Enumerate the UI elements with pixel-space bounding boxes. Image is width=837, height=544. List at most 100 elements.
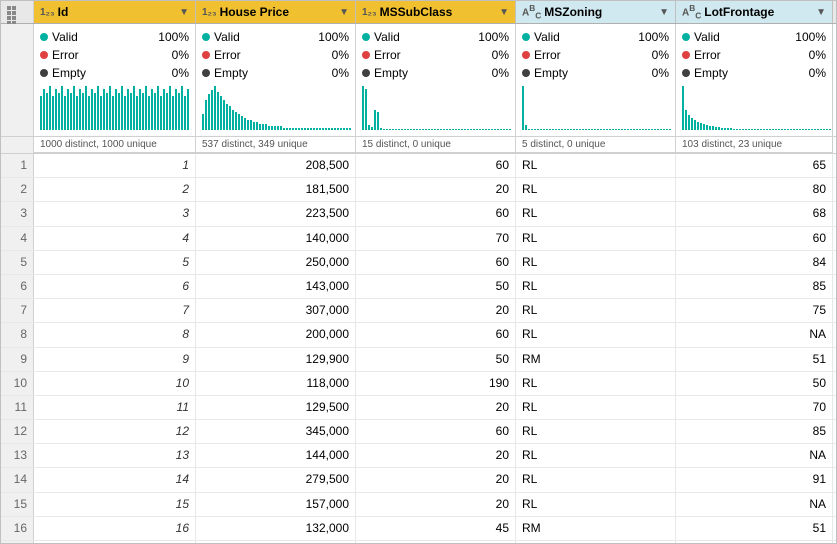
histogram-bar <box>259 124 261 130</box>
table-cell: 157,000 <box>196 493 356 516</box>
histogram-bar <box>751 129 753 130</box>
data-rows-container[interactable]: 11208,50060RL6522181,50020RL8033223,5006… <box>1 154 836 544</box>
histogram-bar <box>383 129 385 130</box>
histogram-bar <box>223 100 225 130</box>
col-header-zoning[interactable]: ABC MSZoning ▼ <box>516 1 676 23</box>
table-row[interactable]: 1616132,00045RM51 <box>1 517 836 541</box>
histogram-bar <box>217 92 219 130</box>
error-dot-zoning <box>522 51 530 59</box>
histogram-bar <box>205 100 207 130</box>
histogram-bar <box>365 89 367 130</box>
table-cell: NA <box>676 493 833 516</box>
histogram-bar <box>43 89 45 130</box>
table-cell: 13 <box>1 444 34 467</box>
stat-price-empty: Empty 0% <box>202 64 349 82</box>
histogram-bar <box>398 129 400 130</box>
col-header-price[interactable]: 1₂₃ House Price ▼ <box>196 1 356 23</box>
table-cell: 11 <box>1 396 34 419</box>
table-cell: 60 <box>356 154 516 177</box>
valid-dot-frontage <box>682 33 690 41</box>
histogram-bar <box>663 129 665 130</box>
valid-pct-zoning: 100% <box>637 28 669 46</box>
histogram-bar <box>437 129 439 130</box>
table-row[interactable]: 88200,00060RLNA <box>1 323 836 347</box>
histogram-bar <box>392 129 394 130</box>
histogram-bar <box>286 128 288 130</box>
histogram-bar <box>395 129 397 130</box>
table-row[interactable]: 55250,00060RL84 <box>1 251 836 275</box>
table-cell: 60 <box>356 202 516 225</box>
table-row[interactable]: 1414279,50020RL91 <box>1 468 836 492</box>
histogram-bar <box>760 129 762 130</box>
table-cell: RL <box>516 251 676 274</box>
table-cell: 118,000 <box>196 372 356 395</box>
table-row[interactable]: 1212345,00060RL85 <box>1 420 836 444</box>
table-cell: 20 <box>356 396 516 419</box>
dropdown-arrow-price[interactable]: ▼ <box>339 7 349 18</box>
table-cell: 65 <box>676 154 833 177</box>
histogram-bar <box>482 129 484 130</box>
histogram-bar <box>428 129 430 130</box>
table-row[interactable]: 1515157,00020RLNA <box>1 493 836 517</box>
col-header-frontage[interactable]: ABC LotFrontage ▼ <box>676 1 833 23</box>
table-row[interactable]: 11208,50060RL65 <box>1 154 836 178</box>
table-row[interactable]: 1313144,00020RLNA <box>1 444 836 468</box>
col-label-id: Id <box>58 5 179 19</box>
histogram-bar <box>778 129 780 130</box>
histogram-bar <box>543 129 545 130</box>
histogram-bar <box>410 129 412 130</box>
histogram-bar <box>799 129 801 130</box>
histogram-bar <box>298 128 300 130</box>
histogram-bar <box>630 129 632 130</box>
stats-section: Valid 100% Error 0% Empty 0% Valid 100% <box>1 24 836 137</box>
histogram-bar <box>404 129 406 130</box>
table-row[interactable]: 66143,00050RL85 <box>1 275 836 299</box>
col-label-zoning: MSZoning <box>544 5 659 19</box>
error-pct-zoning: 0% <box>637 46 669 64</box>
histogram-bar <box>343 128 345 130</box>
histogram-bar <box>422 129 424 130</box>
histogram-bar <box>235 112 237 130</box>
col-header-subclass[interactable]: 1₂₃ MSSubClass ▼ <box>356 1 516 23</box>
error-dot-subclass <box>362 51 370 59</box>
histogram-bar <box>829 129 831 130</box>
dropdown-arrow-subclass[interactable]: ▼ <box>499 7 509 18</box>
dropdown-arrow-frontage[interactable]: ▼ <box>816 7 826 18</box>
histogram-bar <box>449 129 451 130</box>
histogram-bar <box>600 129 602 130</box>
histogram-bar <box>682 86 684 130</box>
histogram-bar <box>715 127 717 130</box>
dropdown-arrow-id[interactable]: ▼ <box>179 7 189 18</box>
histogram-bar <box>567 129 569 130</box>
histogram-bar <box>250 120 252 130</box>
table-cell: 10 <box>1 372 34 395</box>
histogram-bar <box>142 93 144 130</box>
histogram-bar <box>564 129 566 130</box>
table-row[interactable]: 44140,00070RL60 <box>1 227 836 251</box>
table-row[interactable]: 77307,00020RL75 <box>1 299 836 323</box>
valid-label-frontage: Valid <box>694 28 790 46</box>
empty-pct-price: 0% <box>317 64 349 82</box>
histogram-bar <box>742 129 744 130</box>
stat-zoning-error: Error 0% <box>522 46 669 64</box>
stat-subclass-empty: Empty 0% <box>362 64 509 82</box>
table-row[interactable]: 22181,50020RL80 <box>1 178 836 202</box>
dropdown-arrow-zoning[interactable]: ▼ <box>659 7 669 18</box>
histogram-bar <box>70 93 72 130</box>
table-row[interactable]: 99129,90050RM51 <box>1 348 836 372</box>
table-row[interactable]: 1111129,50020RL70 <box>1 396 836 420</box>
histogram-bar <box>172 96 174 130</box>
table-cell: 144,000 <box>196 444 356 467</box>
histogram-bar <box>766 129 768 130</box>
table-row[interactable]: 1010118,000190RL50 <box>1 372 836 396</box>
valid-label-subclass: Valid <box>374 28 473 46</box>
histogram-bar <box>642 129 644 130</box>
histogram-bar <box>386 129 388 130</box>
col-header-id[interactable]: 1₂₃ Id ▼ <box>34 1 196 23</box>
type-icon-frontage: ABC <box>682 3 701 20</box>
histogram-bar <box>178 93 180 130</box>
type-icon-zoning: ABC <box>522 3 541 20</box>
table-cell: 223,500 <box>196 202 356 225</box>
histogram-bar <box>145 86 147 130</box>
table-row[interactable]: 33223,50060RL68 <box>1 202 836 226</box>
